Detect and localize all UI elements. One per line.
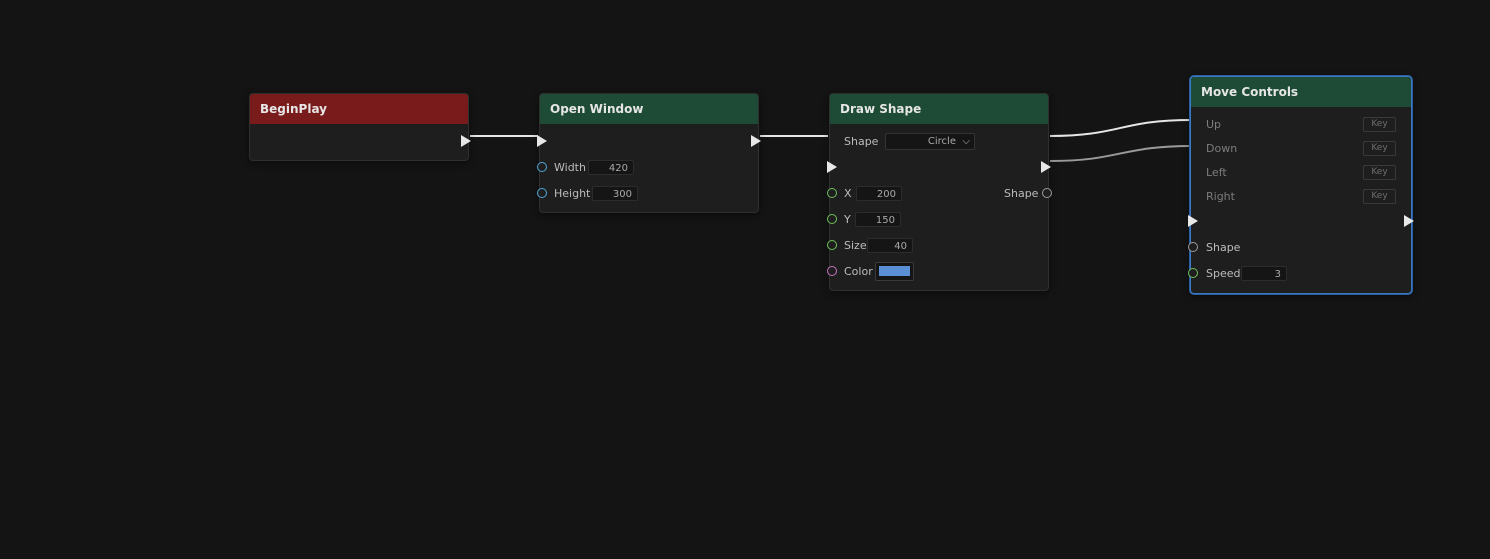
exec-in-pin[interactable]: [1188, 215, 1198, 227]
height-label: Height: [554, 187, 591, 200]
shape-selected-value: Circle: [927, 136, 956, 147]
exec-out-pin[interactable]: [461, 135, 471, 147]
exec-in-pin[interactable]: [537, 135, 547, 147]
shape-label: Shape: [844, 135, 879, 148]
right-key-field[interactable]: Key: [1363, 189, 1396, 204]
node-draw-shape[interactable]: Draw Shape Shape Circle ⌵ X 200 Shape Y …: [827, 93, 1052, 291]
left-label: Left: [1206, 166, 1227, 179]
node-title: Open Window: [540, 94, 758, 124]
down-key-field[interactable]: Key: [1363, 141, 1396, 156]
size-label: Size: [844, 239, 867, 252]
y-label: Y: [844, 213, 851, 226]
y-field[interactable]: 150: [855, 212, 901, 227]
node-title: Move Controls: [1191, 77, 1411, 107]
wire-drawshape-to-movecontrols-exec: [1049, 119, 1193, 137]
node-open-window[interactable]: Open Window Width 420 Height 300: [537, 93, 761, 213]
left-key-field[interactable]: Key: [1363, 165, 1396, 180]
exec-out-pin[interactable]: [1404, 215, 1414, 227]
node-title: Draw Shape: [830, 94, 1048, 124]
speed-label: Speed: [1206, 267, 1241, 280]
right-label: Right: [1206, 190, 1235, 203]
height-field[interactable]: 300: [592, 186, 638, 201]
shape-input-pin[interactable]: [1188, 242, 1198, 252]
shape-output-label: Shape: [1004, 187, 1039, 200]
up-label: Up: [1206, 118, 1222, 131]
color-swatch[interactable]: [875, 262, 914, 281]
x-input-pin[interactable]: [827, 188, 837, 198]
height-input-pin[interactable]: [537, 188, 547, 198]
up-key-field[interactable]: Key: [1363, 117, 1396, 132]
node-title: BeginPlay: [250, 94, 468, 124]
node-move-controls[interactable]: Move Controls Up Key Down Key Left Key R…: [1188, 76, 1414, 294]
node-beginplay[interactable]: BeginPlay: [249, 93, 471, 161]
exec-in-pin[interactable]: [827, 161, 837, 173]
speed-input-pin[interactable]: [1188, 268, 1198, 278]
exec-out-pin[interactable]: [1041, 161, 1051, 173]
speed-field[interactable]: 3: [1241, 266, 1287, 281]
shape-output-pin[interactable]: [1042, 188, 1052, 198]
width-field[interactable]: 420: [588, 160, 634, 175]
color-label: Color: [844, 265, 873, 278]
shape-label: Shape: [1206, 241, 1241, 254]
down-label: Down: [1206, 142, 1238, 155]
color-swatch-fill: [879, 266, 910, 276]
chevron-down-icon: ⌵: [962, 136, 970, 147]
exec-out-pin[interactable]: [751, 135, 761, 147]
x-label: X: [844, 187, 852, 200]
width-input-pin[interactable]: [537, 162, 547, 172]
shape-select[interactable]: Circle ⌵: [885, 133, 975, 150]
graph-canvas[interactable]: BeginPlay Open Window Width 420 Height 3…: [0, 0, 1490, 559]
wire-drawshape-to-movecontrols-shape: [1049, 145, 1193, 162]
color-input-pin[interactable]: [827, 266, 837, 276]
y-input-pin[interactable]: [827, 214, 837, 224]
size-input-pin[interactable]: [827, 240, 837, 250]
width-label: Width: [554, 161, 586, 174]
x-field[interactable]: 200: [856, 186, 902, 201]
size-field[interactable]: 40: [867, 238, 913, 253]
